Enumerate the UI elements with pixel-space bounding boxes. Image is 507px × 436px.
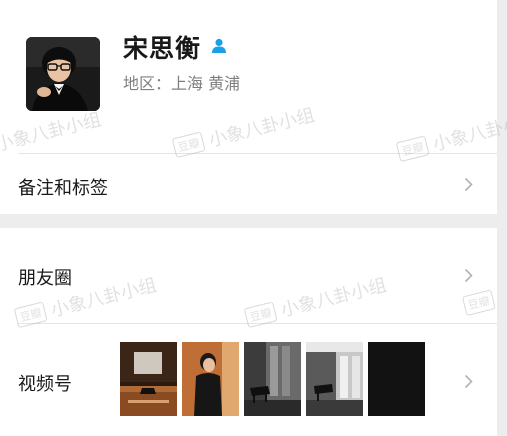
video-thumbnail[interactable]: [182, 342, 239, 416]
chevron-right-icon: [464, 374, 473, 389]
video-thumbnail[interactable]: [368, 342, 425, 416]
dark-video-image: [368, 342, 425, 416]
right-edge-gutter: [497, 0, 507, 436]
profile-name: 宋思衡: [123, 34, 202, 63]
video-thumbnail[interactable]: [306, 342, 363, 416]
profile-region: 地区：上海 黄浦: [123, 74, 241, 93]
piano-room-image: [244, 342, 301, 416]
concert-hall-image: [120, 342, 177, 416]
remarks-and-tags-label: 备注和标签: [18, 178, 108, 199]
chevron-right-icon: [464, 177, 473, 192]
profile-card: 宋思衡 地区：上海 黄浦 备注和标签: [0, 0, 497, 214]
channels-label: 视频号: [18, 374, 72, 395]
video-thumbnail[interactable]: [244, 342, 301, 416]
social-card: 朋友圈 视频号: [0, 228, 497, 436]
chevron-right-icon: [464, 268, 473, 283]
piano-room-image: [306, 342, 363, 416]
moments-label: 朋友圈: [18, 268, 72, 289]
avatar-portrait-image: [26, 37, 100, 111]
remarks-and-tags-row[interactable]: 备注和标签: [0, 154, 497, 214]
profile-avatar[interactable]: [26, 37, 100, 111]
moments-row[interactable]: 朋友圈: [0, 228, 497, 323]
performer-image: [182, 342, 239, 416]
person-icon: [212, 38, 226, 53]
channels-thumbnails: [120, 342, 425, 416]
video-thumbnail[interactable]: [120, 342, 177, 416]
